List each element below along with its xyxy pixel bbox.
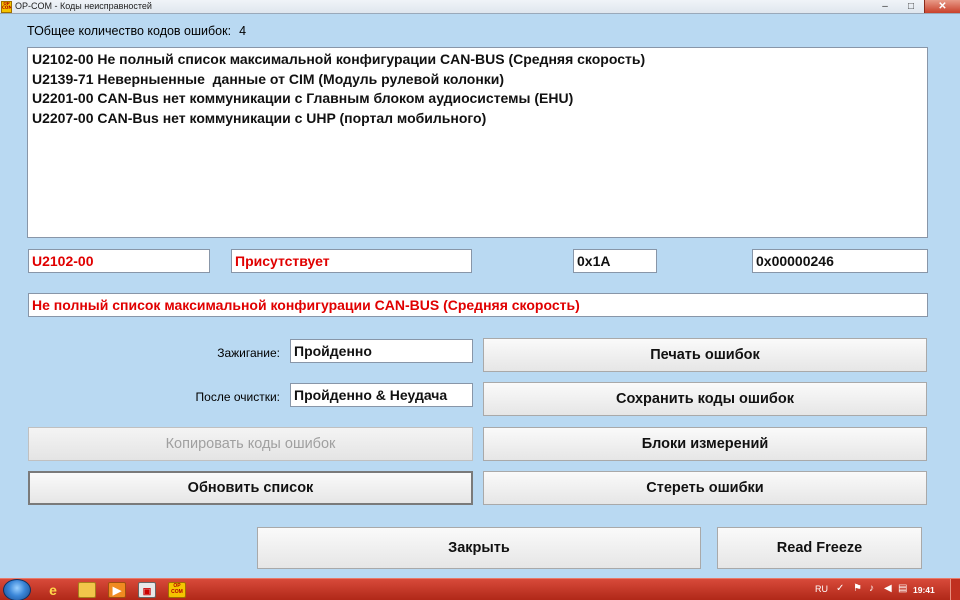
read-freeze-button[interactable]: Read Freeze xyxy=(717,527,922,569)
list-item[interactable]: U2207-00 CAN-Bus нет коммуникации с UHP … xyxy=(32,109,927,129)
ignition-value-field: Пройденно xyxy=(290,339,473,363)
close-window-button[interactable]: ✕ xyxy=(924,0,960,13)
flag-icon[interactable]: ⚑ xyxy=(853,583,862,594)
minimize-button[interactable]: – xyxy=(872,0,898,13)
hex-status-field: 0x1A xyxy=(573,249,657,273)
opcom-taskbar-icon[interactable]: OP COM xyxy=(168,582,186,598)
clock[interactable]: 19:41 xyxy=(913,585,935,595)
print-errors-button[interactable]: Печать ошибок xyxy=(483,338,927,372)
language-indicator[interactable]: RU xyxy=(815,584,828,594)
ignition-label: Зажигание: xyxy=(217,346,280,360)
error-count-text: ТОбщее количество кодов ошибок: xyxy=(27,24,232,38)
save-codes-button[interactable]: Сохранить коды ошибок xyxy=(483,382,927,416)
list-item[interactable]: U2201-00 CAN-Bus нет коммуникации с Глав… xyxy=(32,89,927,109)
network-icon[interactable]: ✓ xyxy=(836,583,844,594)
hex-value-field: 0x00000246 xyxy=(752,249,928,273)
folder-icon[interactable] xyxy=(78,582,96,598)
app-icon[interactable]: ▣ xyxy=(138,582,156,598)
after-clear-label: После очистки: xyxy=(195,390,280,404)
after-clear-value-field: Пройденно & Неудача xyxy=(290,383,473,407)
taskbar: e ▶ ▣ OP COM RU ✓ ⚑ ♪ ◀ ▤ 19:41 xyxy=(0,578,960,600)
list-item[interactable]: U2102-00 Не полный список максимальной к… xyxy=(32,50,927,70)
list-item[interactable]: U2139-71 Неверныенные данные от CIM (Мод… xyxy=(32,70,927,90)
error-count-label: ТОбщее количество кодов ошибок: 4 xyxy=(27,24,246,38)
dtc-window-client: ТОбщее количество кодов ошибок: 4 U2102-0… xyxy=(0,14,960,578)
close-button[interactable]: Закрыть xyxy=(257,527,701,569)
opcom-app-icon: OP COM xyxy=(1,1,12,13)
maximize-button[interactable]: □ xyxy=(898,0,924,13)
error-count-value: 4 xyxy=(239,24,247,38)
error-codes-list[interactable]: U2102-00 Не полный список максимальной к… xyxy=(27,47,928,238)
speaker-icon[interactable]: ♪ xyxy=(869,583,874,594)
show-desktop-button[interactable] xyxy=(950,579,960,600)
refresh-list-button[interactable]: Обновить список xyxy=(28,471,473,505)
selected-code-field: U2102-00 xyxy=(28,249,210,273)
keyboard-icon[interactable]: ▤ xyxy=(898,583,907,594)
status-field: Присутствует xyxy=(231,249,472,273)
erase-errors-button[interactable]: Стереть ошибки xyxy=(483,471,927,505)
speaker-volume-icon[interactable]: ◀ xyxy=(884,583,892,594)
description-field: Не полный список максимальной конфигурац… xyxy=(28,293,928,317)
title-bar: OP COM OP-COM - Коды неисправностей – □ … xyxy=(0,0,960,14)
media-player-icon[interactable]: ▶ xyxy=(108,582,126,598)
internet-explorer-icon[interactable]: e xyxy=(44,582,62,598)
window-title: OP-COM - Коды неисправностей xyxy=(15,1,152,11)
measurement-blocks-button[interactable]: Блоки измерений xyxy=(483,427,927,461)
start-button-icon[interactable] xyxy=(3,579,31,600)
copy-codes-button[interactable]: Копировать коды ошибок xyxy=(28,427,473,461)
